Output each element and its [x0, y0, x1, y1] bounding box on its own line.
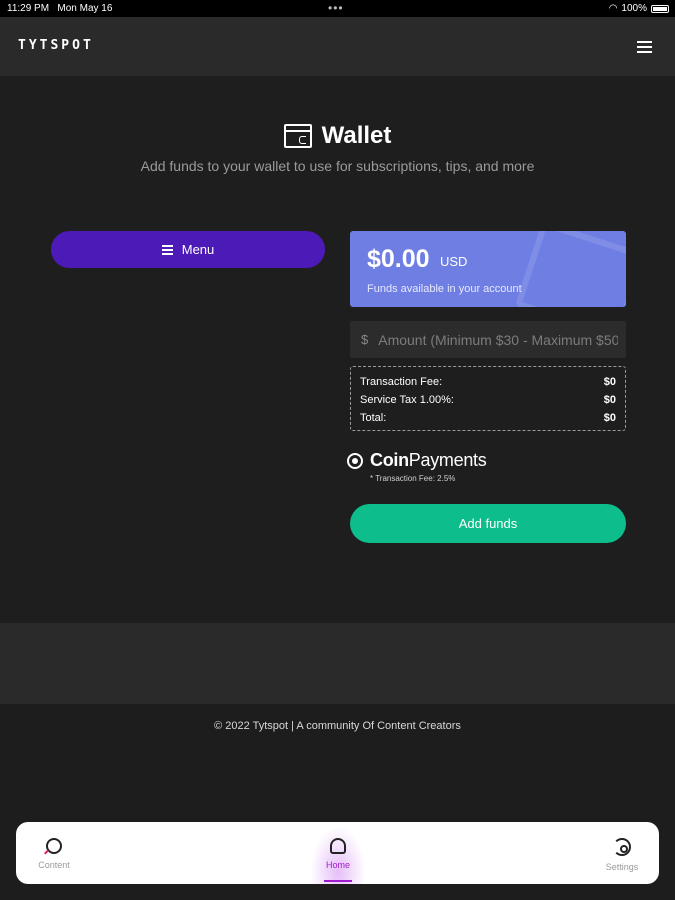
status-right: ◠ 100%	[609, 3, 669, 14]
multitask-dots[interactable]: •••	[328, 1, 344, 15]
bottom-tab-bar: Content Home Settings	[16, 822, 659, 884]
tab-label: Settings	[605, 862, 639, 872]
wallet-main: Wallet Add funds to your wallet to use f…	[0, 76, 675, 623]
home-icon	[330, 838, 346, 854]
fee-label: Transaction Fee:	[360, 376, 443, 388]
battery-percent: 100%	[621, 3, 647, 14]
status-time: 11:29 PM Mon May 16	[7, 3, 112, 14]
card-decoration	[514, 231, 626, 307]
copyright-text: © 2022 Tytspot | A community Of Content …	[214, 720, 461, 732]
footer-band	[0, 623, 675, 704]
menu-icon	[161, 244, 173, 255]
coinpayments-name-bold: Coin	[370, 450, 409, 470]
amount-field[interactable]: $	[350, 321, 626, 358]
balance-card: $0.00 USD Funds available in your accoun…	[350, 231, 626, 307]
balance-currency: USD	[440, 254, 468, 269]
battery-icon	[651, 4, 669, 13]
coinpayments-name-rest: Payments	[408, 450, 487, 470]
amount-input[interactable]	[378, 331, 619, 348]
currency-prefix: $	[361, 332, 369, 347]
balance-note: Funds available in your account	[367, 283, 522, 295]
wifi-icon: ◠	[608, 3, 618, 14]
fee-value: $0	[603, 376, 616, 388]
radio-selected-icon[interactable]	[347, 452, 363, 469]
status-date: Mon May 16	[57, 3, 113, 14]
search-icon	[46, 838, 62, 854]
hamburger-icon[interactable]	[637, 41, 652, 53]
balance-amount: $0.00	[367, 245, 430, 273]
active-tab-indicator	[324, 880, 352, 882]
fee-row-service-tax: Service Tax 1.00%: $0	[360, 391, 616, 409]
status-time-text: 11:29 PM	[7, 3, 50, 14]
fee-summary: Transaction Fee: $0 Service Tax 1.00%: $…	[350, 366, 626, 431]
tab-label: Home	[325, 860, 350, 870]
coinpayments-fee-note: * Transaction Fee: 2.5%	[370, 474, 456, 483]
coinpayments-option[interactable]: CoinPayments	[347, 450, 487, 471]
app-header: TYTSPOT	[0, 17, 675, 76]
logo[interactable]: TYTSPOT	[18, 38, 94, 53]
fee-label: Total:	[360, 412, 387, 424]
tab-content[interactable]: Content	[32, 822, 76, 884]
status-bar: 11:29 PM Mon May 16 ••• ◠ 100%	[0, 0, 675, 17]
fee-row-total: Total: $0	[360, 409, 616, 427]
page-title: Wallet	[321, 122, 392, 149]
title-row: Wallet	[0, 122, 675, 150]
page-subtitle: Add funds to your wallet to use for subs…	[140, 158, 535, 174]
tab-home[interactable]: Home	[308, 822, 368, 884]
fee-value: $0	[603, 394, 616, 406]
add-funds-button[interactable]: Add funds	[350, 504, 626, 543]
coinpayments-logo: CoinPayments	[370, 450, 487, 471]
fee-label: Service Tax 1.00%:	[360, 394, 454, 406]
wallet-icon	[283, 124, 312, 148]
settings-icon	[613, 838, 631, 856]
tab-label: Content	[38, 860, 70, 870]
menu-button-label: Menu	[181, 242, 215, 257]
tab-settings[interactable]: Settings	[600, 822, 644, 884]
menu-button[interactable]: Menu	[51, 231, 325, 268]
fee-row-transaction: Transaction Fee: $0	[360, 373, 616, 391]
fee-value: $0	[603, 412, 616, 424]
